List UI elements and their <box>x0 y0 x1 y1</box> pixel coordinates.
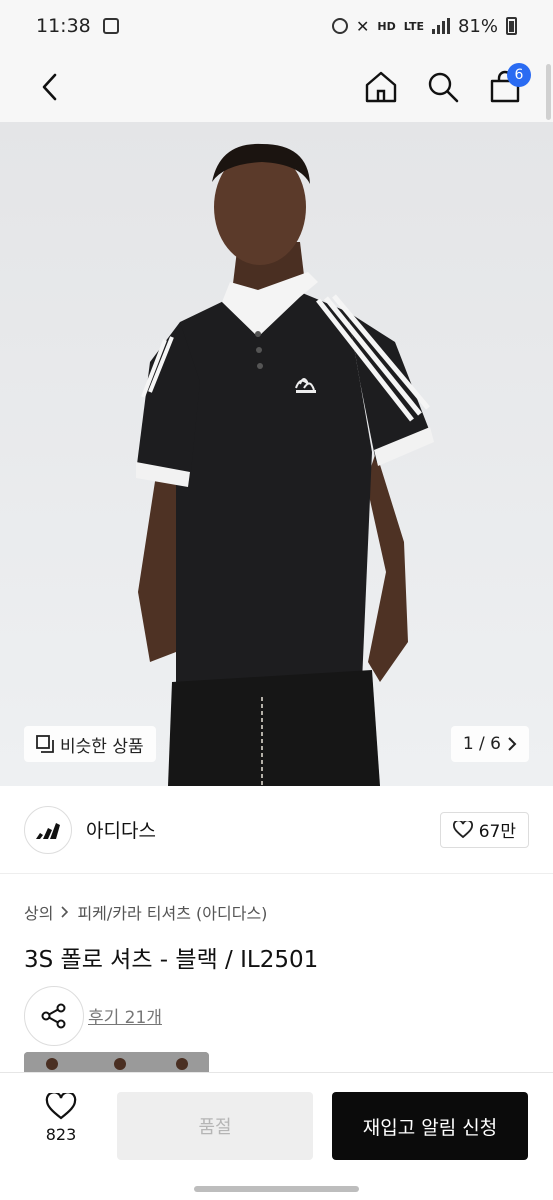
breadcrumb-subcategory[interactable]: 피케/카라 티셔츠 (아디다스) <box>77 900 267 924</box>
brand-like-button[interactable]: 67만 <box>439 811 529 848</box>
product-image-carousel[interactable]: 비슷한 상품 1 / 6 <box>0 122 553 786</box>
heart-icon <box>452 820 473 838</box>
home-button[interactable] <box>361 67 401 107</box>
similar-products-label: 비슷한 상품 <box>60 736 144 757</box>
cart-count-badge: 6 <box>507 63 531 87</box>
mute-icon: ✕ <box>356 16 370 36</box>
top-navigation: 6 <box>0 52 553 122</box>
restock-alert-button[interactable]: 재입고 알림 신청 <box>332 1092 528 1160</box>
adidas-logo <box>24 805 72 854</box>
lte-indicator: LTE <box>403 19 424 33</box>
bottom-action-bar: 823 품절 재입고 알림 신청 <box>0 1072 553 1200</box>
home-icon <box>365 71 397 103</box>
soldout-button: 품절 <box>117 1092 313 1160</box>
brand-row: 아디다스 67만 <box>0 786 553 874</box>
back-button[interactable] <box>30 67 70 107</box>
breadcrumb: 상의 피케/카라 티셔츠 (아디다스) <box>24 900 267 924</box>
image-pager-button[interactable]: 1 / 6 <box>450 726 529 762</box>
copy-icon <box>36 735 54 753</box>
signal-icon <box>431 18 450 34</box>
status-time: 11:38 <box>36 15 91 37</box>
home-indicator[interactable] <box>194 1186 359 1192</box>
reviews-link[interactable]: 후기 21개 <box>88 1003 162 1028</box>
soldout-label: 품절 <box>198 1117 232 1138</box>
brand-name: 아디다스 <box>86 820 156 842</box>
share-icon <box>41 1003 66 1029</box>
breadcrumb-category[interactable]: 상의 <box>24 900 53 924</box>
image-pager-label: 1 / 6 <box>462 734 501 754</box>
gallery-notification-icon <box>102 18 119 34</box>
product-photo <box>0 122 553 786</box>
wishlist-count: 823 <box>45 1125 77 1144</box>
search-icon <box>428 72 459 103</box>
battery-percent: 81% <box>457 15 498 37</box>
restock-alert-label: 재입고 알림 신청 <box>362 1116 498 1139</box>
similar-products-button[interactable]: 비슷한 상품 <box>24 726 156 762</box>
search-button[interactable] <box>423 67 463 107</box>
cart-button[interactable]: 6 <box>485 63 531 107</box>
wishlist-button[interactable]: 823 <box>30 1093 92 1144</box>
chevron-right-icon <box>61 906 69 918</box>
status-bar: 11:38 ✕ HD LTE 81% <box>0 0 553 52</box>
color-thumbnails[interactable] <box>24 1052 209 1072</box>
alarm-icon <box>332 18 349 34</box>
product-title: 3S 폴로 셔츠 - 블랙 / IL2501 <box>24 947 319 973</box>
heart-icon <box>45 1093 77 1120</box>
brand-like-count: 67만 <box>478 822 516 842</box>
scrollbar[interactable] <box>546 64 551 120</box>
brand-link[interactable]: 아디다스 <box>24 805 156 854</box>
share-button[interactable] <box>24 986 84 1046</box>
hd-indicator: HD <box>377 19 396 33</box>
chevron-right-icon <box>508 737 517 751</box>
battery-icon <box>506 17 517 35</box>
back-icon <box>42 73 57 101</box>
